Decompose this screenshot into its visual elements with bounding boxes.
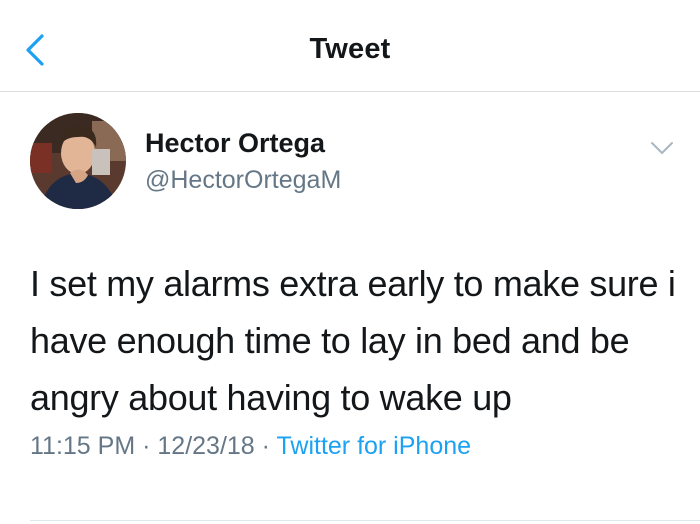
tweet-time: 11:15 PM: [30, 432, 136, 460]
tweet-text: I set my alarms extra early to make sure…: [30, 263, 676, 418]
chevron-down-icon[interactable]: [648, 137, 676, 159]
meta-separator: ·: [142, 432, 151, 460]
author-name[interactable]: Hector Ortega: [145, 128, 325, 159]
avatar[interactable]: [30, 113, 126, 209]
meta-separator: ·: [261, 432, 270, 460]
tweet-meta: 11:15 PM · 12/23/18 · Twitter for iPhone: [30, 432, 471, 461]
navigation-bar: Tweet: [0, 0, 700, 92]
divider: [30, 520, 700, 521]
tweet-source-link[interactable]: Twitter for iPhone: [277, 432, 472, 460]
avatar-photo: [30, 113, 126, 209]
page-title: Tweet: [309, 33, 391, 65]
tweet-date: 12/23/18: [157, 432, 255, 460]
author-handle[interactable]: @HectorOrtegaM: [145, 166, 341, 195]
